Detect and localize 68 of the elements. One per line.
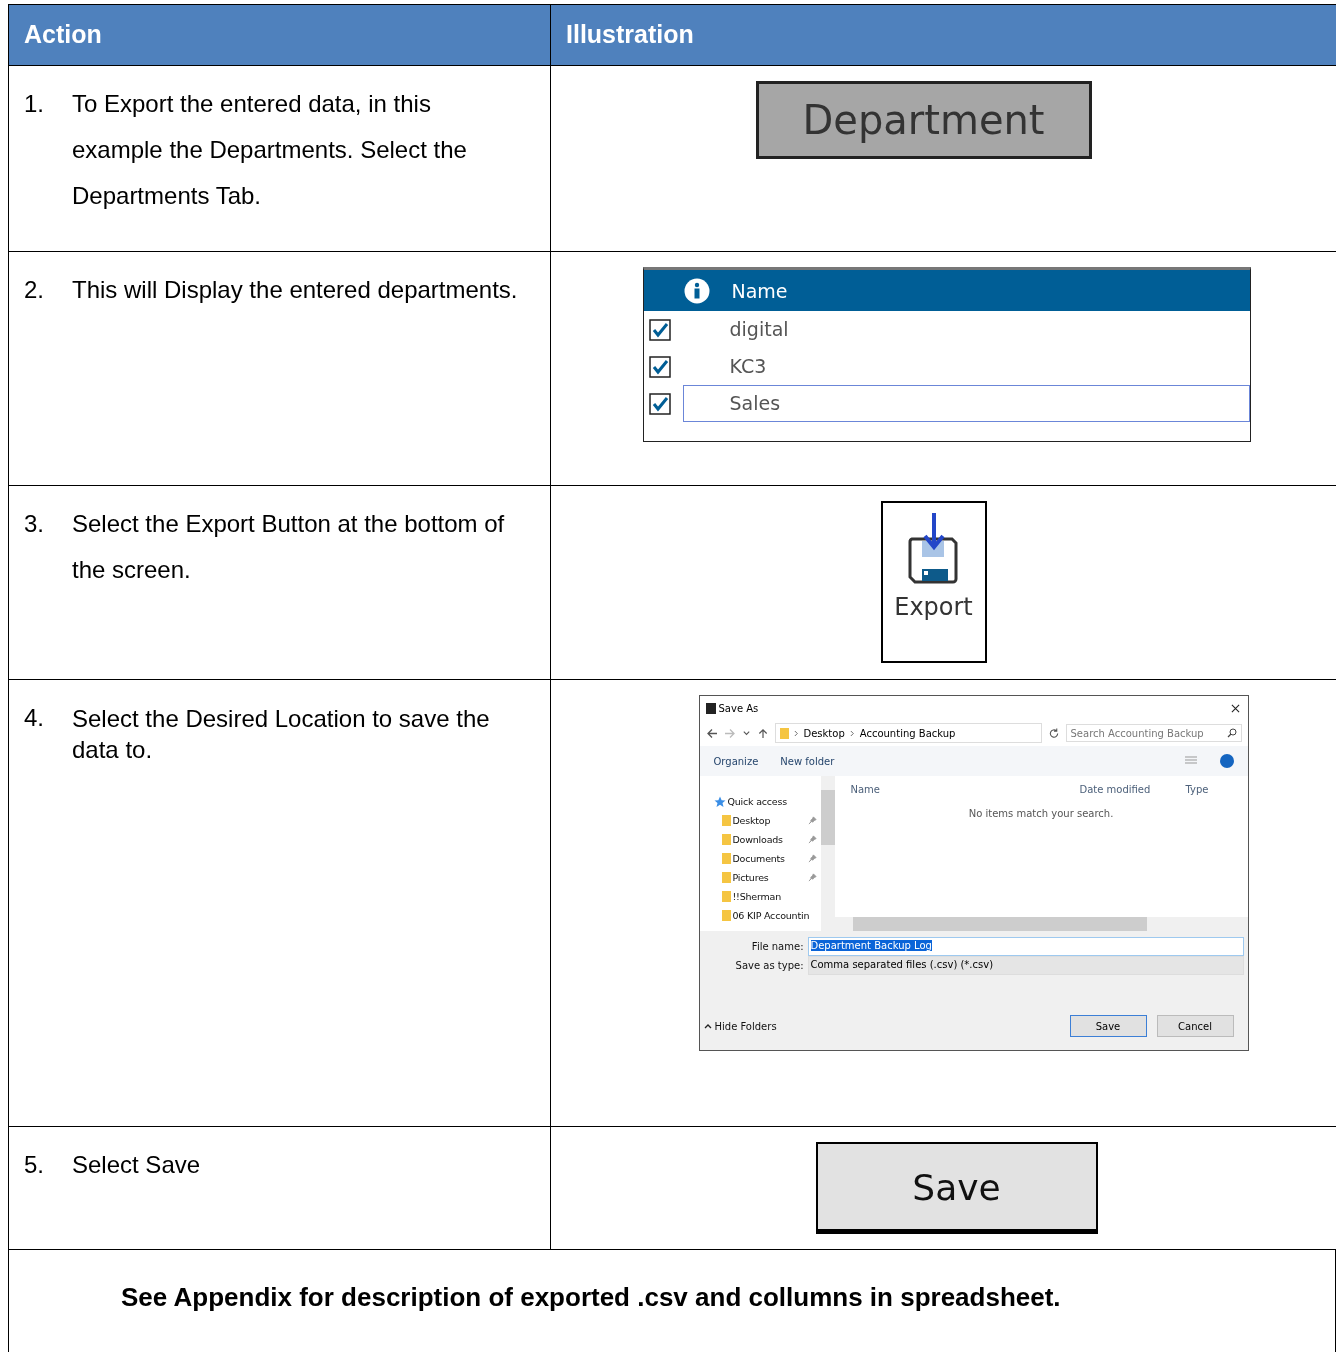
step-text: Select the Desired Location to save the data to.	[72, 704, 491, 765]
folder-icon	[721, 834, 731, 845]
empty-message: No items match your search.	[967, 807, 1115, 821]
column-header[interactable]: Type	[1185, 783, 1209, 795]
chevron-right-icon	[849, 729, 855, 737]
folder-icon	[721, 853, 731, 864]
scrollbar[interactable]	[834, 917, 1248, 931]
scrollbar[interactable]	[820, 776, 835, 931]
info-icon	[683, 277, 710, 304]
list-item[interactable]: digital	[682, 311, 1250, 348]
column-header[interactable]: Date modified	[1079, 783, 1186, 795]
step-number: 3.	[24, 509, 45, 539]
field-label: Save as type:	[734, 960, 804, 971]
step-number: 4.	[24, 703, 45, 733]
checkbox[interactable]	[648, 355, 671, 378]
breadcrumb[interactable]: Accounting Backup	[859, 727, 956, 739]
star-icon	[713, 795, 726, 808]
breadcrumb[interactable]: Desktop	[803, 727, 845, 739]
step-text: Select the Export Button at the bottom of the screen.	[72, 509, 506, 585]
step-text: Select Save	[72, 1150, 202, 1180]
step-number: 1.	[24, 89, 45, 119]
folder-icon	[721, 815, 731, 826]
file-type-dropdown[interactable]: Comma separated files (.csv) (*.csv)	[807, 956, 1244, 975]
navigation-item[interactable]: Downloads	[732, 834, 783, 845]
step-number: 5.	[24, 1150, 45, 1180]
caret-up-icon[interactable]	[703, 1023, 712, 1029]
search-icon	[1226, 728, 1237, 738]
navigation-item[interactable]: Documents	[732, 853, 785, 864]
folder-icon	[779, 727, 789, 739]
navigation-item[interactable]: 06 KIP Accountin	[732, 910, 810, 921]
navigation-item[interactable]: Pictures	[732, 872, 769, 883]
folder-icon	[721, 872, 731, 883]
address-bar[interactable]: Desktop Accounting Backup	[774, 723, 1042, 743]
pin-icon	[807, 854, 817, 863]
list-item[interactable]: KC3	[682, 348, 1250, 385]
step-number: 2.	[24, 275, 45, 305]
checkbox[interactable]	[648, 318, 671, 341]
refresh-icon[interactable]	[1047, 727, 1060, 739]
file-name-field[interactable]: Department Backup Log	[807, 937, 1244, 956]
hide-folders-toggle[interactable]: Hide Folders	[714, 1020, 777, 1032]
organize-menu[interactable]: Organize	[713, 755, 759, 767]
dialog-button[interactable]: Cancel	[1156, 1015, 1234, 1037]
close-icon[interactable]	[1230, 703, 1240, 713]
footer-note: See Appendix for description of exported .csv and collumns in spreadsheet.	[121, 1282, 1061, 1312]
column-header: Name	[731, 279, 788, 302]
list-item[interactable]: Sales	[682, 385, 1250, 422]
navigation-item[interactable]: Desktop	[732, 815, 771, 826]
folder-icon	[721, 891, 731, 902]
chevron-right-icon	[793, 729, 799, 737]
checkbox[interactable]	[648, 392, 671, 415]
navigation-item[interactable]: !!Sherman	[732, 891, 782, 902]
new-folder-button[interactable]: New folder	[780, 755, 835, 767]
step-text: To Export the entered data, in this example the Departments. Select the Departments Tab.	[72, 89, 468, 211]
column-header[interactable]: Name	[850, 783, 1080, 795]
pin-icon	[807, 873, 817, 882]
field-label: File name:	[750, 941, 804, 952]
search-field[interactable]: Search Accounting Backup	[1065, 724, 1242, 742]
back-arrow-icon[interactable]	[705, 727, 718, 739]
column-header: Illustration	[551, 5, 1336, 66]
pin-icon	[807, 816, 817, 825]
column-header: Action	[9, 5, 551, 66]
folder-icon	[721, 910, 731, 921]
dialog-button[interactable]: Save	[1069, 1015, 1147, 1037]
pin-icon	[807, 835, 817, 844]
step-text: This will Display the entered departments.	[72, 275, 519, 305]
up-arrow-icon[interactable]	[756, 727, 769, 739]
dialog-title: Save As	[718, 702, 759, 714]
navigation-item[interactable]: Quick access	[727, 796, 787, 807]
